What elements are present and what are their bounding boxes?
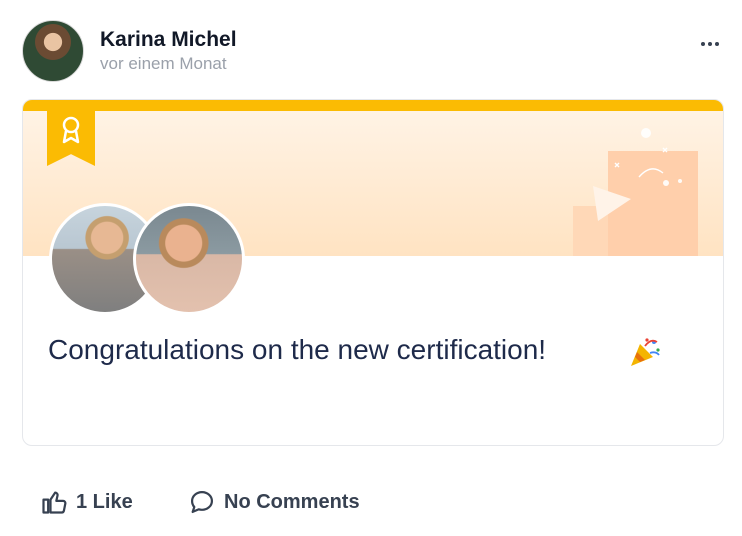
award-icon bbox=[62, 116, 80, 144]
comment-count-label: No Comments bbox=[224, 490, 360, 513]
party-popper-icon bbox=[631, 338, 660, 366]
like-count-label: 1 Like bbox=[76, 490, 133, 513]
author-name[interactable]: Karina Michel bbox=[100, 28, 237, 52]
thumbs-up-icon bbox=[42, 491, 67, 514]
card-accent-bar bbox=[23, 100, 723, 111]
post-timestamp: vor einem Monat bbox=[100, 54, 227, 73]
more-dot-icon bbox=[701, 42, 705, 46]
post-header: Karina Michel vor einem Monat bbox=[22, 20, 722, 82]
more-dot-icon bbox=[708, 42, 712, 46]
recipient-photo bbox=[133, 203, 245, 315]
celebration-decoration bbox=[573, 128, 698, 256]
more-options-button[interactable] bbox=[698, 32, 722, 56]
author-avatar[interactable] bbox=[22, 20, 84, 82]
certification-card: Congratulations on the new certification… bbox=[22, 99, 724, 446]
post-actions: 1 Like No Comments bbox=[40, 484, 440, 520]
more-dot-icon bbox=[715, 42, 719, 46]
comment-button[interactable]: No Comments bbox=[188, 484, 360, 520]
like-button[interactable]: 1 Like bbox=[40, 484, 133, 520]
comment-bubble-icon bbox=[190, 490, 214, 514]
congratulation-message: Congratulations on the new certification… bbox=[48, 334, 547, 365]
